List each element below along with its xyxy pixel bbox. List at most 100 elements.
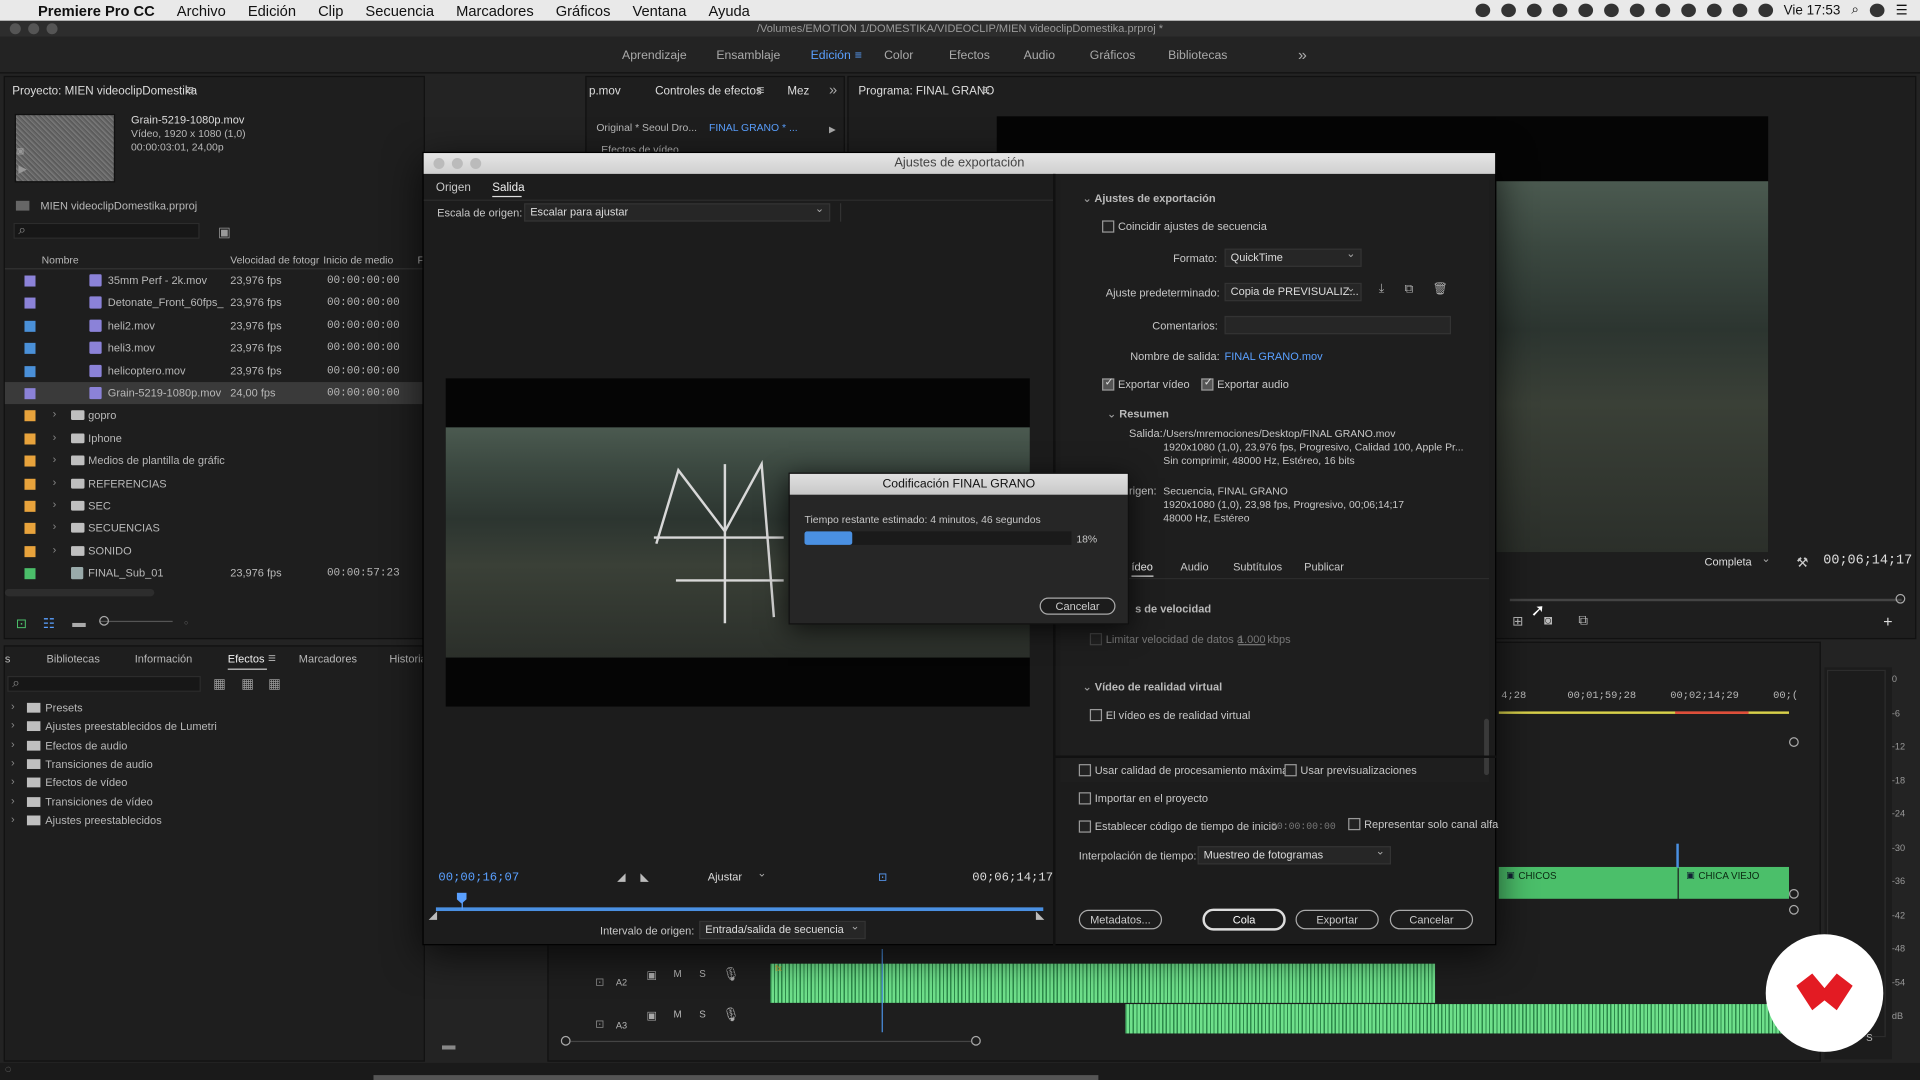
export-frame-icon[interactable]: ⊞: [1512, 613, 1523, 630]
tab-marcadores[interactable]: Marcadores: [299, 653, 357, 665]
label-color-swatch[interactable]: [24, 455, 36, 467]
comments-input[interactable]: [1224, 315, 1452, 335]
list-item[interactable]: › Efectos de vídeo: [5, 775, 372, 792]
expand-arrow-icon[interactable]: ›: [11, 738, 15, 750]
out-point-marker-icon[interactable]: ◣: [1036, 909, 1044, 922]
sync-lock-a3-icon[interactable]: ▣: [647, 1009, 657, 1022]
fit-dropdown[interactable]: Ajustar: [703, 867, 772, 887]
bluetooth-icon[interactable]: [1680, 3, 1696, 18]
table-row[interactable]: 35mm Perf - 2k.mov 23,976 fps 00:00:00:00: [5, 269, 427, 291]
settings-wrench-icon[interactable]: ⚒: [1796, 555, 1808, 571]
play-thumb-icon[interactable]: ▶: [18, 163, 26, 176]
automate-icon[interactable]: ◦: [184, 616, 189, 631]
expand-arrow-icon[interactable]: ›: [53, 408, 57, 420]
expand-arrow-icon[interactable]: ›: [53, 543, 57, 555]
timeline-zoom-right[interactable]: [971, 1035, 981, 1046]
scale-dropdown[interactable]: Escalar para ajustar: [524, 202, 831, 222]
menu-ayuda[interactable]: Ayuda: [697, 2, 760, 19]
subtab-publicar[interactable]: Publicar: [1304, 561, 1344, 573]
audio-clip-a3[interactable]: [1125, 1004, 1823, 1034]
expand-arrow-icon[interactable]: ›: [53, 453, 57, 465]
table-row[interactable]: Detonate_Front_60fps_ 23,976 fps 00:00:00:…: [5, 292, 427, 314]
export-audio-checkbox[interactable]: [1201, 376, 1214, 391]
menu-secuencia[interactable]: Secuencia: [354, 2, 445, 19]
project-hscrollbar[interactable]: [4, 588, 155, 597]
section-bitrate[interactable]: s de velocidad: [1135, 602, 1211, 614]
export-video-checkbox[interactable]: [1102, 376, 1115, 391]
workspace-aprendizaje[interactable]: Aprendizaje: [622, 49, 687, 62]
table-row[interactable]: FINAL_Sub_01 23,976 fps 00:00:57:23: [5, 562, 427, 584]
volume-icon[interactable]: [1757, 3, 1773, 18]
table-row[interactable]: helicoptero.mov 23,976 fps 00:00:00:00: [5, 360, 427, 382]
effects-search-input[interactable]: ⌕: [7, 675, 201, 692]
quality-dropdown[interactable]: Completa: [1700, 552, 1776, 573]
col-name[interactable]: Nombre: [42, 253, 79, 265]
zoom-window-icon[interactable]: [46, 23, 58, 35]
menu-marcadores[interactable]: Marcadores: [445, 2, 545, 19]
dialog-minimize-icon[interactable]: [451, 157, 463, 169]
menu-app[interactable]: Premiere Pro CC: [27, 2, 166, 19]
workspace-ensamblaje[interactable]: Ensamblaje: [716, 49, 780, 62]
workspace-audio[interactable]: Audio: [1024, 49, 1055, 62]
label-color-swatch[interactable]: [24, 433, 36, 445]
clip-thumbnail[interactable]: [14, 113, 116, 183]
camera-icon[interactable]: ◙: [17, 144, 24, 156]
label-color-swatch[interactable]: [24, 298, 36, 310]
clip-chica-viejo[interactable]: ▣ CHICA VIEJO: [1678, 866, 1789, 899]
dialog-cancel-button[interactable]: Cancelar: [1389, 909, 1474, 930]
list-view-icon[interactable]: ☷: [43, 616, 55, 632]
expand-arrow-icon[interactable]: ›: [53, 476, 57, 488]
playhead-mini[interactable]: [1676, 843, 1679, 869]
subtab-audio[interactable]: Audio: [1180, 561, 1208, 573]
limit-bitrate-checkbox[interactable]: [1089, 633, 1103, 646]
search-icon[interactable]: ⌕: [1851, 2, 1859, 18]
record-icon[interactable]: [1475, 3, 1490, 18]
expand-arrow-icon[interactable]: ›: [11, 757, 15, 769]
mute-a2[interactable]: M: [673, 969, 681, 980]
table-row[interactable]: › SEC: [5, 495, 427, 517]
range-dropdown[interactable]: Entrada/salida de secuencia: [699, 920, 866, 940]
new-folder-icon[interactable]: ▬: [442, 1038, 455, 1053]
format-dropdown[interactable]: QuickTime: [1224, 247, 1362, 267]
program-scrub-handle[interactable]: [1895, 593, 1906, 604]
expand-arrow-icon[interactable]: ›: [11, 813, 15, 825]
menu-ventana[interactable]: Ventana: [621, 2, 697, 19]
import-project-checkbox[interactable]: [1078, 792, 1092, 805]
preset-dropdown[interactable]: Copia de PREVISUALIZ...: [1224, 282, 1362, 302]
adobe-icon[interactable]: [1629, 3, 1645, 18]
tab-bibliotecas[interactable]: Bibliotecas: [47, 653, 100, 665]
menu-graficos[interactable]: Gráficos: [545, 2, 622, 19]
timeline-zoom-bar[interactable]: [570, 1040, 972, 1043]
workspace-color[interactable]: Color: [884, 49, 913, 62]
sync-icon[interactable]: [1526, 3, 1542, 18]
table-row[interactable]: › SECUENCIAS: [5, 517, 427, 539]
subtab-subtitulos[interactable]: Subtítulos: [1233, 561, 1282, 573]
original-clip-label[interactable]: Original * Seoul Dro...: [596, 121, 697, 133]
expand-arrow-icon[interactable]: ›: [53, 431, 57, 443]
set-in-icon[interactable]: ◢: [617, 871, 625, 884]
lock-track-a3-icon[interactable]: ⊡: [595, 1018, 604, 1031]
workspace-graficos[interactable]: Gráficos: [1090, 49, 1136, 62]
table-row[interactable]: heli2.mov 23,976 fps 00:00:00:00: [5, 314, 427, 336]
output-name-link[interactable]: FINAL GRANO.mov: [1225, 350, 1323, 362]
list-item[interactable]: › Transiciones de vídeo: [5, 794, 372, 811]
camera-icon[interactable]: ◙: [1544, 613, 1552, 628]
workspace-bibliotecas[interactable]: Bibliotecas: [1168, 49, 1227, 62]
cloud-icon[interactable]: [1577, 3, 1593, 18]
zoom-slider[interactable]: [99, 620, 173, 623]
label-color-swatch[interactable]: [24, 478, 36, 490]
list-item[interactable]: › Transiciones de audio: [5, 757, 372, 774]
dialog-close-icon[interactable]: [433, 157, 445, 169]
clip-chicos[interactable]: ▣ CHICOS: [1498, 866, 1678, 899]
new-bin-icon[interactable]: ▣: [218, 224, 231, 240]
tab-salida[interactable]: Salida: [492, 181, 524, 194]
info-icon[interactable]: [1552, 3, 1567, 18]
label-color-swatch[interactable]: [24, 545, 36, 557]
tab-efectos[interactable]: Efectos: [228, 653, 265, 665]
scroll-handle-2[interactable]: [1788, 888, 1799, 899]
label-color-swatch[interactable]: [24, 343, 36, 355]
col-fps[interactable]: Velocidad de fotogr: [230, 253, 319, 265]
table-row[interactable]: › SONIDO: [5, 540, 427, 562]
accelerated-effects-icon[interactable]: ▦: [213, 676, 226, 692]
panel-overflow-icon[interactable]: »: [829, 81, 837, 98]
